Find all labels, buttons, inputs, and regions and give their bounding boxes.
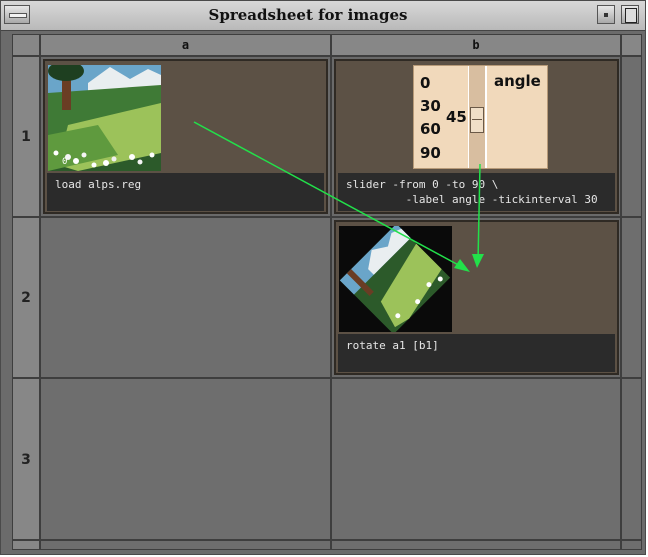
maximize-icon bbox=[625, 8, 637, 23]
alps-image-graphic bbox=[48, 65, 161, 171]
cell-c1[interactable] bbox=[621, 56, 642, 217]
cell-c2[interactable] bbox=[621, 217, 642, 378]
alps-image: 0 bbox=[48, 65, 161, 171]
title-bar[interactable]: Spreadsheet for images bbox=[1, 1, 645, 31]
row-header-4 bbox=[12, 540, 40, 550]
column-header-b[interactable]: b bbox=[331, 34, 621, 56]
slider-label: angle bbox=[494, 72, 541, 90]
cell-b2[interactable]: rotate a1 [b1] bbox=[331, 217, 621, 378]
window-title: Spreadsheet for images bbox=[208, 6, 408, 24]
row-header-3[interactable]: 3 bbox=[12, 378, 40, 540]
window-menu-button[interactable] bbox=[4, 5, 30, 24]
cell-a4[interactable] bbox=[40, 540, 331, 550]
angle-slider[interactable]: 0 30 60 90 45 angle bbox=[413, 65, 548, 169]
row-header-1[interactable]: 1 bbox=[12, 56, 40, 217]
cell-b4[interactable] bbox=[331, 540, 621, 550]
grid-corner-right bbox=[621, 34, 642, 56]
menu-bar-icon bbox=[9, 13, 27, 18]
image-corner-label: 0 bbox=[62, 157, 68, 167]
cell-c4[interactable] bbox=[621, 540, 642, 550]
cell-b2-panel: rotate a1 [b1] bbox=[334, 220, 619, 375]
minimize-button[interactable] bbox=[597, 5, 615, 24]
rotated-image bbox=[339, 226, 452, 332]
cell-a2[interactable] bbox=[40, 217, 331, 378]
maximize-button[interactable] bbox=[621, 5, 639, 24]
cell-a1-formula[interactable]: load alps.reg bbox=[47, 173, 324, 211]
slider-value: 45 bbox=[446, 108, 467, 126]
cell-a1[interactable]: 0 load alps.reg bbox=[40, 56, 331, 217]
cell-b2-formula[interactable]: rotate a1 [b1] bbox=[338, 334, 615, 372]
slider-handle-notch bbox=[472, 119, 482, 120]
row-header-2[interactable]: 2 bbox=[12, 217, 40, 378]
cell-c3[interactable] bbox=[621, 378, 642, 540]
slider-tick: 90 bbox=[420, 144, 441, 162]
spreadsheet-grid: a b 1 2 3 0 load alps.reg 0 30 60 90 45 … bbox=[12, 34, 642, 550]
cell-a3[interactable] bbox=[40, 378, 331, 540]
rotated-image-graphic bbox=[339, 226, 452, 332]
cell-b1-panel: 0 30 60 90 45 angle slider -from 0 -to 9… bbox=[334, 59, 619, 214]
cell-b1-formula[interactable]: slider -from 0 -to 90 \ -label angle -ti… bbox=[338, 173, 615, 211]
slider-tick: 60 bbox=[420, 120, 441, 138]
slider-tick: 0 bbox=[420, 74, 431, 92]
slider-handle[interactable] bbox=[470, 107, 484, 133]
minimize-icon bbox=[604, 13, 608, 17]
grid-corner bbox=[12, 34, 40, 56]
column-header-a[interactable]: a bbox=[40, 34, 331, 56]
cell-b1[interactable]: 0 30 60 90 45 angle slider -from 0 -to 9… bbox=[331, 56, 621, 217]
slider-tick: 30 bbox=[420, 97, 441, 115]
cell-b3[interactable] bbox=[331, 378, 621, 540]
cell-a1-panel: 0 load alps.reg bbox=[43, 59, 328, 214]
